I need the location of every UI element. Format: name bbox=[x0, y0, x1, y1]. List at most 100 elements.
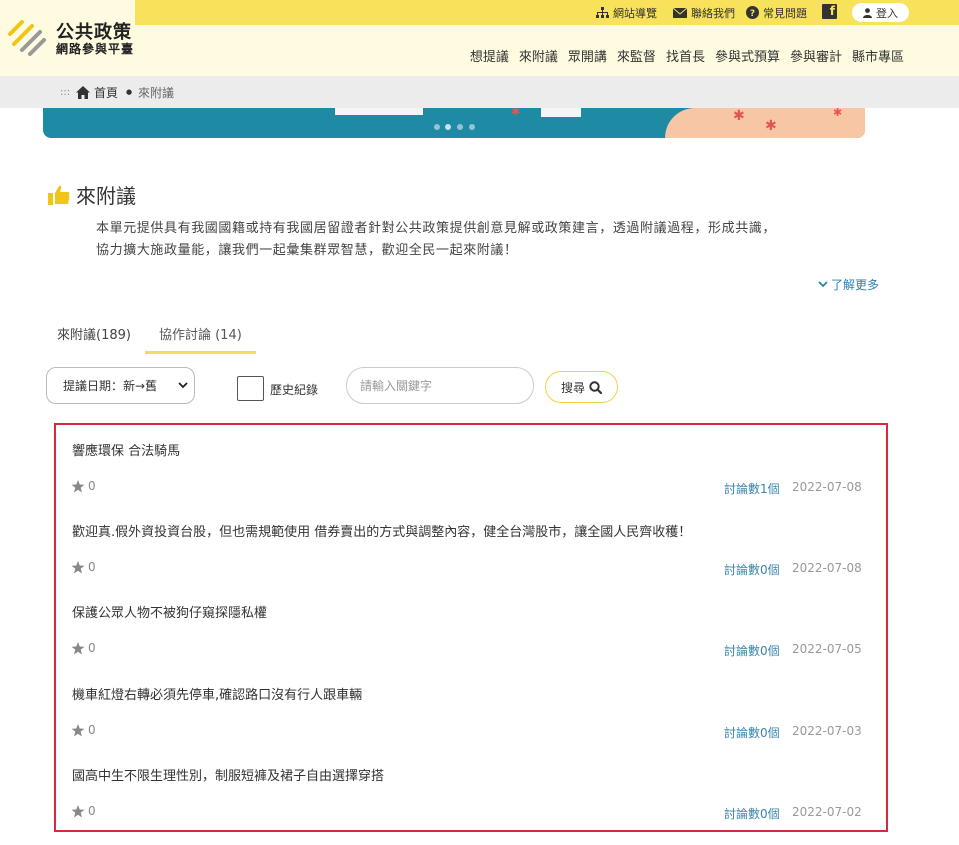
carousel-dot[interactable] bbox=[434, 124, 440, 130]
home-icon bbox=[76, 85, 90, 99]
crab-icon: ✱ bbox=[511, 108, 521, 118]
discussion-list: 響應環保 合法騎馬 0 討論數1個 2022-07-08 歡迎真.假外資投資台股… bbox=[54, 423, 888, 832]
intro-line: 協力擴大施政量能，讓我們一起彙集群眾智慧，歡迎全民一起來附議！ bbox=[96, 243, 518, 258]
tab-endorse[interactable]: 來附議(189) bbox=[43, 324, 145, 354]
accesskey-dots[interactable]: ::: bbox=[60, 87, 70, 98]
item-title[interactable]: 保護公眾人物不被狗仔窺探隱私權 bbox=[72, 602, 267, 621]
item-star-count: 0 bbox=[71, 641, 96, 655]
page-title-text: 來附議 bbox=[76, 184, 136, 208]
svg-text:?: ? bbox=[750, 9, 755, 19]
star-count: 0 bbox=[88, 804, 96, 818]
nav-item-monitor[interactable]: 來監督 bbox=[617, 46, 656, 65]
banner-illustration bbox=[541, 108, 581, 117]
search-button[interactable]: 搜尋 bbox=[545, 371, 618, 403]
thumbs-up-icon bbox=[48, 185, 70, 205]
logo-subtitle: 網路參與平臺 bbox=[56, 42, 135, 56]
history-checkbox[interactable] bbox=[237, 376, 264, 401]
item-date: 2022-07-03 bbox=[792, 724, 862, 738]
carousel-dot[interactable] bbox=[457, 124, 463, 130]
question-icon: ? bbox=[746, 6, 759, 19]
breadcrumb-separator: ● bbox=[126, 88, 133, 96]
nav-item-county[interactable]: 縣市專區 bbox=[852, 46, 904, 65]
sitemap-link[interactable]: 網站導覽 bbox=[596, 4, 657, 21]
learn-more-link[interactable]: 了解更多 bbox=[818, 276, 879, 293]
item-title[interactable]: 歡迎真.假外資投資台股，但也需規範使用 借券賣出的方式與調整內容，健全台灣股市，… bbox=[72, 521, 691, 540]
contact-label: 聯絡我們 bbox=[691, 6, 735, 20]
crab-icon: ✱ bbox=[733, 108, 745, 124]
contact-link[interactable]: 聯絡我們 bbox=[673, 4, 735, 21]
nav-item-leaders[interactable]: 找首長 bbox=[666, 46, 705, 65]
breadcrumb-current: 來附議 bbox=[138, 85, 175, 100]
item-star-count: 0 bbox=[71, 560, 96, 574]
list-item[interactable]: 國高中生不限生理性別，制服短褲及裙子自由選擇穿搭 0 討論數0個 2022-07… bbox=[70, 765, 862, 845]
intro-text: 本單元提供具有我國國籍或持有我國居留證者針對公共政策提供創意見解或政策建言，透過… bbox=[96, 218, 836, 262]
list-item[interactable]: 保護公眾人物不被狗仔窺探隱私權 0 討論數0個 2022-07-05 bbox=[70, 602, 862, 682]
star-icon bbox=[71, 479, 85, 492]
chevron-down-icon bbox=[818, 281, 828, 288]
tab-bar: 來附議(189) 協作討論 (14) bbox=[43, 324, 256, 354]
banner-illustration bbox=[335, 108, 423, 115]
carousel-dot-active[interactable] bbox=[445, 124, 451, 130]
breadcrumb: ::: 首頁 ● 來附議 bbox=[0, 76, 959, 108]
sort-select[interactable]: 提議日期：新→舊 bbox=[46, 367, 195, 404]
crab-icon: ✱ bbox=[765, 118, 777, 134]
list-item[interactable]: 響應環保 合法騎馬 0 討論數1個 2022-07-08 bbox=[70, 440, 862, 520]
star-count: 0 bbox=[88, 479, 96, 493]
login-label: 登入 bbox=[876, 6, 898, 20]
star-count: 0 bbox=[88, 641, 96, 655]
item-date: 2022-07-05 bbox=[792, 642, 862, 656]
discussion-count: 討論數0個 bbox=[724, 726, 780, 740]
nav-item-endorse[interactable]: 來附議 bbox=[519, 46, 558, 65]
item-star-count: 0 bbox=[71, 479, 96, 493]
breadcrumb-home-label: 首頁 bbox=[94, 85, 119, 100]
faq-label: 常見問題 bbox=[763, 6, 807, 20]
item-title[interactable]: 響應環保 合法騎馬 bbox=[72, 440, 180, 459]
faq-link[interactable]: ? 常見問題 bbox=[746, 4, 807, 21]
mail-icon bbox=[673, 7, 687, 18]
carousel-dot[interactable] bbox=[469, 124, 475, 130]
nav-item-forum[interactable]: 眾開講 bbox=[568, 46, 607, 65]
list-item[interactable]: 機車紅燈右轉必須先停車,確認路口沒有行人跟車輛 0 討論數0個 2022-07-… bbox=[70, 684, 862, 764]
search-button-label: 搜尋 bbox=[560, 380, 585, 395]
discussion-count: 討論數0個 bbox=[724, 807, 780, 821]
item-date: 2022-07-02 bbox=[792, 805, 862, 819]
nav-item-propose[interactable]: 想提議 bbox=[470, 46, 509, 65]
item-date: 2022-07-08 bbox=[792, 480, 862, 494]
learn-more-label: 了解更多 bbox=[831, 278, 880, 292]
nav-item-budget[interactable]: 參與式預算 bbox=[715, 46, 780, 65]
page-title: 來附議 bbox=[48, 180, 136, 209]
search-icon bbox=[589, 380, 602, 394]
discussion-count: 討論數0個 bbox=[724, 644, 780, 658]
crab-icon: ✱ bbox=[833, 108, 843, 119]
search-input[interactable] bbox=[346, 367, 534, 404]
star-count: 0 bbox=[88, 560, 96, 574]
site-logo[interactable]: 公共政策 網路參與平臺 bbox=[0, 0, 135, 76]
login-button[interactable]: 登入 bbox=[852, 3, 909, 22]
discussion-count: 討論數1個 bbox=[724, 482, 780, 496]
discussion-count: 討論數0個 bbox=[724, 563, 780, 577]
item-title[interactable]: 機車紅燈右轉必須先停車,確認路口沒有行人跟車輛 bbox=[72, 684, 362, 703]
star-icon bbox=[71, 804, 85, 817]
main-nav: 想提議 來附議 眾開講 來監督 找首長 參與式預算 參與審計 縣市專區 bbox=[470, 46, 904, 65]
item-title[interactable]: 國高中生不限生理性別，制服短褲及裙子自由選擇穿搭 bbox=[72, 765, 384, 784]
facebook-icon[interactable]: f bbox=[822, 4, 837, 19]
tab-collab-discussion[interactable]: 協作討論 (14) bbox=[144, 324, 256, 354]
star-count: 0 bbox=[88, 723, 96, 737]
item-date: 2022-07-08 bbox=[792, 561, 862, 575]
intro-line: 本單元提供具有我國國籍或持有我國居留證者針對公共政策提供創意見解或政策建言，透過… bbox=[96, 221, 777, 236]
sitemap-icon bbox=[596, 6, 609, 18]
item-star-count: 0 bbox=[71, 804, 96, 818]
list-item[interactable]: 歡迎真.假外資投資台股，但也需規範使用 借券賣出的方式與調整內容，健全台灣股市，… bbox=[70, 521, 862, 601]
star-icon bbox=[71, 641, 85, 654]
chevron-down-icon bbox=[178, 379, 188, 391]
star-icon bbox=[71, 560, 85, 573]
item-star-count: 0 bbox=[71, 723, 96, 737]
nav-item-audit[interactable]: 參與審計 bbox=[790, 46, 842, 65]
site-header: 公共政策 網路參與平臺 網站導覽 聯絡我們 ? 常見問題 f 登入 想提議 來附… bbox=[0, 0, 959, 76]
star-icon bbox=[71, 723, 85, 736]
sort-select-value: 提議日期：新→舊 bbox=[63, 379, 158, 393]
logo-mark-icon bbox=[8, 20, 46, 56]
breadcrumb-home[interactable]: 首頁 bbox=[76, 84, 118, 101]
banner-carousel[interactable]: ✱ ✱ ✱ ✱ bbox=[43, 108, 865, 138]
history-label: 歷史紀錄 bbox=[270, 383, 319, 397]
